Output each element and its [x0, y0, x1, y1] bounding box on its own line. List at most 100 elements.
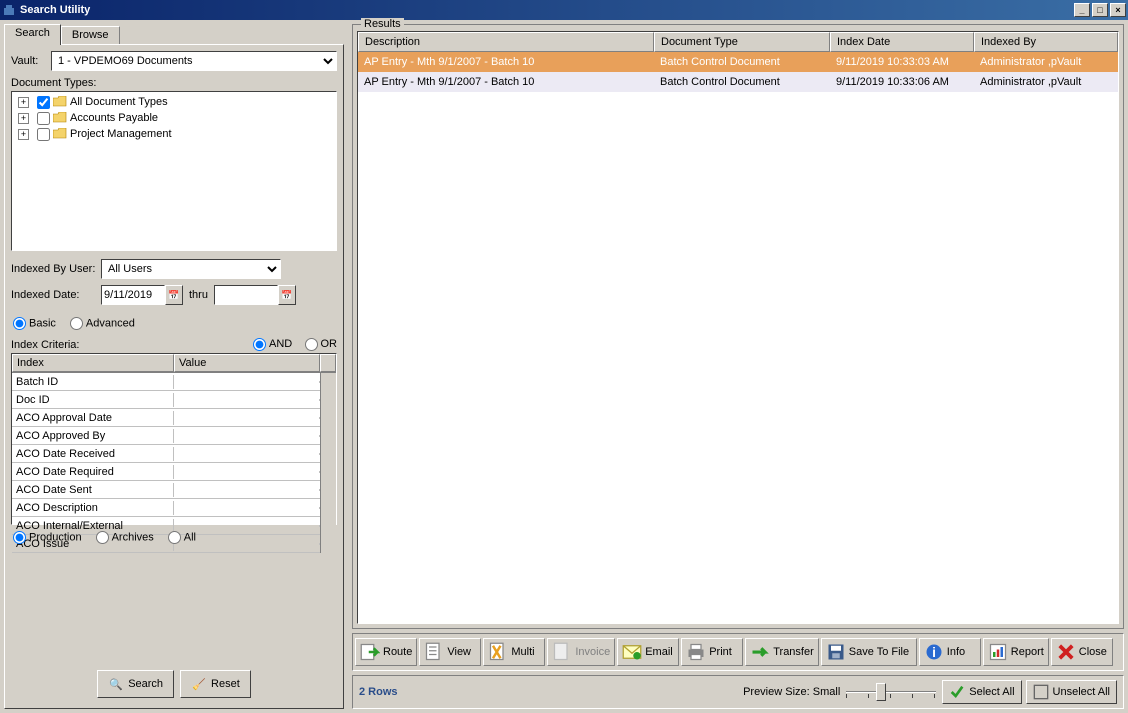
- doc-types-tree[interactable]: + All Document Types + Accounts Payable …: [11, 91, 337, 251]
- select-all-button[interactable]: Select All: [942, 680, 1021, 704]
- preview-size-label: Preview Size: Small: [743, 686, 840, 698]
- route-button[interactable]: Route: [355, 638, 417, 666]
- col-doc-type[interactable]: Document Type: [654, 32, 830, 52]
- tree-item-ap[interactable]: + Accounts Payable: [14, 110, 334, 126]
- search-button[interactable]: 🔍 Search: [97, 670, 174, 698]
- reset-button[interactable]: 🧹 Reset: [180, 670, 251, 698]
- tab-browse[interactable]: Browse: [61, 26, 120, 44]
- unselect-all-button[interactable]: Unselect All: [1026, 680, 1117, 704]
- folder-icon: [53, 128, 67, 140]
- criteria-row[interactable]: ACO Description: [12, 499, 320, 517]
- email-icon: [622, 643, 642, 661]
- transfer-icon: [750, 643, 770, 661]
- status-bar: 2 Rows Preview Size: Small Select All Un…: [352, 675, 1124, 709]
- titlebar: Search Utility _ □ ×: [0, 0, 1128, 20]
- results-toolbar: Route View Multi Invoice Email Print Tra…: [352, 633, 1124, 671]
- radio-archives[interactable]: Archives: [96, 531, 154, 544]
- criteria-row[interactable]: ACO Date Received: [12, 445, 320, 463]
- calendar-to-icon[interactable]: 📅: [278, 285, 296, 305]
- uncheck-icon: [1033, 684, 1049, 700]
- checkbox-ap[interactable]: [37, 112, 50, 125]
- invoice-button[interactable]: Invoice: [547, 638, 615, 666]
- col-index[interactable]: Index: [12, 354, 174, 372]
- transfer-button[interactable]: Transfer: [745, 638, 819, 666]
- criteria-row[interactable]: ACO Approval Date: [12, 409, 320, 427]
- maximize-button[interactable]: □: [1092, 3, 1108, 17]
- col-value[interactable]: Value: [174, 354, 320, 372]
- check-icon: [949, 684, 965, 700]
- binoculars-icon: 🔍: [108, 676, 124, 692]
- report-button[interactable]: Report: [983, 638, 1049, 666]
- scrollbar[interactable]: [320, 373, 336, 553]
- criteria-row[interactable]: ACO Date Required: [12, 463, 320, 481]
- radio-and[interactable]: AND: [253, 338, 292, 350]
- results-row[interactable]: AP Entry - Mth 9/1/2007 - Batch 10Batch …: [358, 52, 1118, 72]
- col-index-date[interactable]: Index Date: [830, 32, 974, 52]
- checkbox-pm[interactable]: [37, 128, 50, 141]
- save-icon: [826, 643, 846, 661]
- radio-all[interactable]: All: [168, 531, 196, 544]
- info-button[interactable]: iInfo: [919, 638, 981, 666]
- minimize-button[interactable]: _: [1074, 3, 1090, 17]
- info-icon: i: [924, 643, 944, 661]
- doc-types-label: Document Types:: [11, 77, 337, 89]
- email-button[interactable]: Email: [617, 638, 679, 666]
- date-to-input[interactable]: [214, 285, 278, 305]
- radio-production[interactable]: Production: [13, 531, 82, 544]
- thru-label: thru: [189, 289, 208, 301]
- close-results-button[interactable]: Close: [1051, 638, 1113, 666]
- expand-icon[interactable]: +: [18, 97, 29, 108]
- radio-basic[interactable]: Basic: [13, 317, 56, 330]
- vault-select[interactable]: 1 - VPDEMO69 Documents: [51, 51, 337, 71]
- criteria-row[interactable]: Doc ID: [12, 391, 320, 409]
- window-title: Search Utility: [20, 4, 90, 16]
- close-button[interactable]: ×: [1110, 3, 1126, 17]
- save-to-file-button[interactable]: Save To File: [821, 638, 917, 666]
- checkbox-all-types[interactable]: [37, 96, 50, 109]
- view-button[interactable]: View: [419, 638, 481, 666]
- folder-icon: [53, 96, 67, 108]
- multi-icon: [488, 643, 508, 661]
- report-icon: [988, 643, 1008, 661]
- print-icon: [686, 643, 706, 661]
- results-group: Results Description Document Type Index …: [352, 24, 1124, 629]
- criteria-grid[interactable]: Index Value Batch IDDoc IDACO Approval D…: [11, 353, 337, 525]
- expand-icon[interactable]: +: [18, 129, 29, 140]
- results-row[interactable]: AP Entry - Mth 9/1/2007 - Batch 10Batch …: [358, 72, 1118, 92]
- criteria-row[interactable]: Batch ID: [12, 373, 320, 391]
- vault-label: Vault:: [11, 55, 51, 67]
- svg-text:i: i: [932, 645, 936, 660]
- scrollbar-head: [320, 354, 336, 372]
- calendar-from-icon[interactable]: 📅: [165, 285, 183, 305]
- tab-search[interactable]: Search: [4, 24, 61, 45]
- tree-item-pm[interactable]: + Project Management: [14, 126, 334, 142]
- row-count: 2 Rows: [359, 686, 398, 698]
- search-panel: Vault: 1 - VPDEMO69 Documents Document T…: [4, 44, 344, 709]
- criteria-label: Index Criteria:: [11, 339, 79, 351]
- date-from-input[interactable]: [101, 285, 165, 305]
- indexed-by-select[interactable]: All Users: [101, 259, 281, 279]
- close-icon: [1056, 643, 1076, 661]
- view-icon: [424, 643, 444, 661]
- tree-item-all[interactable]: + All Document Types: [14, 94, 334, 110]
- radio-or[interactable]: OR: [305, 338, 338, 350]
- criteria-row[interactable]: ACO Date Sent: [12, 481, 320, 499]
- tab-strip: Search Browse: [4, 24, 344, 44]
- preview-size-slider[interactable]: [846, 681, 936, 703]
- invoice-icon: [552, 643, 572, 661]
- folder-icon: [53, 112, 67, 124]
- indexed-date-label: Indexed Date:: [11, 289, 101, 301]
- app-icon: [2, 3, 16, 17]
- criteria-row[interactable]: ACO Approved By: [12, 427, 320, 445]
- expand-icon[interactable]: +: [18, 113, 29, 124]
- print-button[interactable]: Print: [681, 638, 743, 666]
- col-indexed-by[interactable]: Indexed By: [974, 32, 1118, 52]
- indexed-by-label: Indexed By User:: [11, 263, 101, 275]
- results-table: Description Document Type Index Date Ind…: [357, 31, 1119, 624]
- multi-button[interactable]: Multi: [483, 638, 545, 666]
- results-legend: Results: [361, 18, 404, 30]
- col-description[interactable]: Description: [358, 32, 654, 52]
- eraser-icon: 🧹: [191, 676, 207, 692]
- radio-advanced[interactable]: Advanced: [70, 317, 135, 330]
- route-icon: [360, 643, 380, 661]
